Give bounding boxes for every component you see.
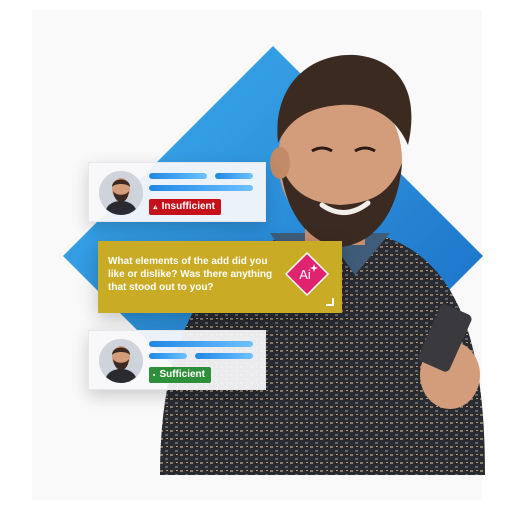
status-label: Sufficient [159,369,205,380]
ai-sparkle-icon: Ai [284,251,330,297]
status-badge: Insufficient [149,199,221,215]
user-avatar-icon [99,339,143,383]
feedback-card-insufficient: Insufficient [88,162,266,222]
status-label: Insufficient [161,201,215,212]
check-circle-icon [153,373,156,377]
avatar [99,339,143,383]
hero-illustration: Insufficient What elements of the add di… [0,0,515,510]
user-avatar-icon [99,171,143,215]
placeholder-bar [149,185,253,191]
placeholder-bar [215,173,253,179]
corner-mark [326,298,334,306]
warning-icon [153,204,158,210]
ai-badge-label: Ai [299,267,311,282]
avatar [99,171,143,215]
ai-question-card: What elements of the add did you like or… [98,241,342,313]
ai-question-text: What elements of the add did you like or… [108,256,273,293]
placeholder-bar [149,173,207,179]
feedback-card-sufficient: Sufficient [88,330,266,390]
placeholder-bar [195,353,253,359]
status-badge: Sufficient [149,367,211,383]
placeholder-bar [149,341,253,347]
placeholder-bar [149,353,187,359]
